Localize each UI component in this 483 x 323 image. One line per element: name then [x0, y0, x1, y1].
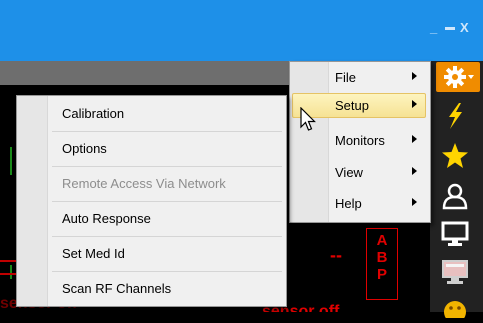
- menu-item-help[interactable]: Help: [292, 191, 426, 216]
- monitor-icon: [441, 221, 469, 246]
- minimize-button[interactable]: _: [430, 20, 437, 35]
- abp-label: A B P: [366, 228, 398, 300]
- close-button[interactable]: X: [460, 20, 469, 35]
- favorites-button[interactable]: [436, 141, 474, 171]
- waveform-marker: [10, 265, 12, 279]
- maximize-button[interactable]: ▬: [445, 22, 455, 33]
- menu-item-label: View: [335, 165, 363, 180]
- menu-item-label: File: [335, 70, 356, 85]
- waveform-line: [0, 260, 16, 262]
- person-icon: [442, 183, 468, 210]
- menu-item-label: Help: [335, 196, 362, 211]
- value-dash: --: [330, 245, 342, 265]
- submenu-arrow-icon: [412, 100, 417, 108]
- abp-letter: B: [376, 249, 388, 266]
- menu-item-options[interactable]: Options: [52, 131, 282, 165]
- menu-item-scan-rf-channels[interactable]: Scan RF Channels: [52, 271, 282, 305]
- setup-submenu: Calibration Options Remote Access Via Ne…: [16, 95, 287, 307]
- gear-icon: [444, 66, 474, 88]
- main-menu: File Setup Monitors View Help: [289, 61, 431, 223]
- submenu-arrow-icon: [412, 72, 417, 80]
- menu-item-auto-response[interactable]: Auto Response: [52, 201, 282, 235]
- side-toolbar: [430, 61, 483, 318]
- menu-item-view[interactable]: View: [292, 160, 426, 185]
- menu-item-label: Set Med Id: [62, 246, 125, 261]
- submenu-arrow-icon: [412, 167, 417, 175]
- menu-icon-gutter: [17, 96, 48, 306]
- menu-item-remote-access: Remote Access Via Network: [52, 166, 282, 200]
- menu-item-label: Remote Access Via Network: [62, 176, 226, 191]
- waveform-marker: [10, 147, 12, 175]
- waveform-line: [0, 273, 16, 275]
- menu-item-file[interactable]: File: [292, 65, 426, 90]
- display-button[interactable]: [436, 257, 474, 287]
- smiley-button[interactable]: [436, 293, 474, 323]
- menu-item-label: Monitors: [335, 133, 385, 148]
- patient-button[interactable]: [436, 181, 474, 211]
- menu-item-label: Scan RF Channels: [62, 281, 172, 296]
- title-bar: _ ▬ X: [0, 0, 483, 61]
- menu-item-set-med-id[interactable]: Set Med Id: [52, 236, 282, 270]
- menu-item-label: Calibration: [62, 106, 125, 121]
- submenu-arrow-icon: [412, 135, 417, 143]
- display-icon: [442, 260, 468, 284]
- mouse-pointer-icon: [300, 107, 316, 131]
- abp-letter: P: [376, 266, 387, 283]
- menu-item-calibration[interactable]: Calibration: [52, 96, 282, 130]
- menu-item-label: Auto Response: [62, 211, 151, 226]
- menu-item-label: Setup: [335, 98, 369, 113]
- abp-letter: A: [376, 232, 388, 249]
- lightning-icon: [449, 103, 462, 129]
- settings-button[interactable]: [436, 62, 480, 92]
- menu-item-label: Options: [62, 141, 107, 156]
- monitor-button[interactable]: [436, 219, 474, 249]
- smiley-icon: [444, 301, 466, 318]
- submenu-arrow-icon: [412, 198, 417, 206]
- star-icon: [442, 143, 468, 168]
- alarm-button[interactable]: [436, 101, 474, 131]
